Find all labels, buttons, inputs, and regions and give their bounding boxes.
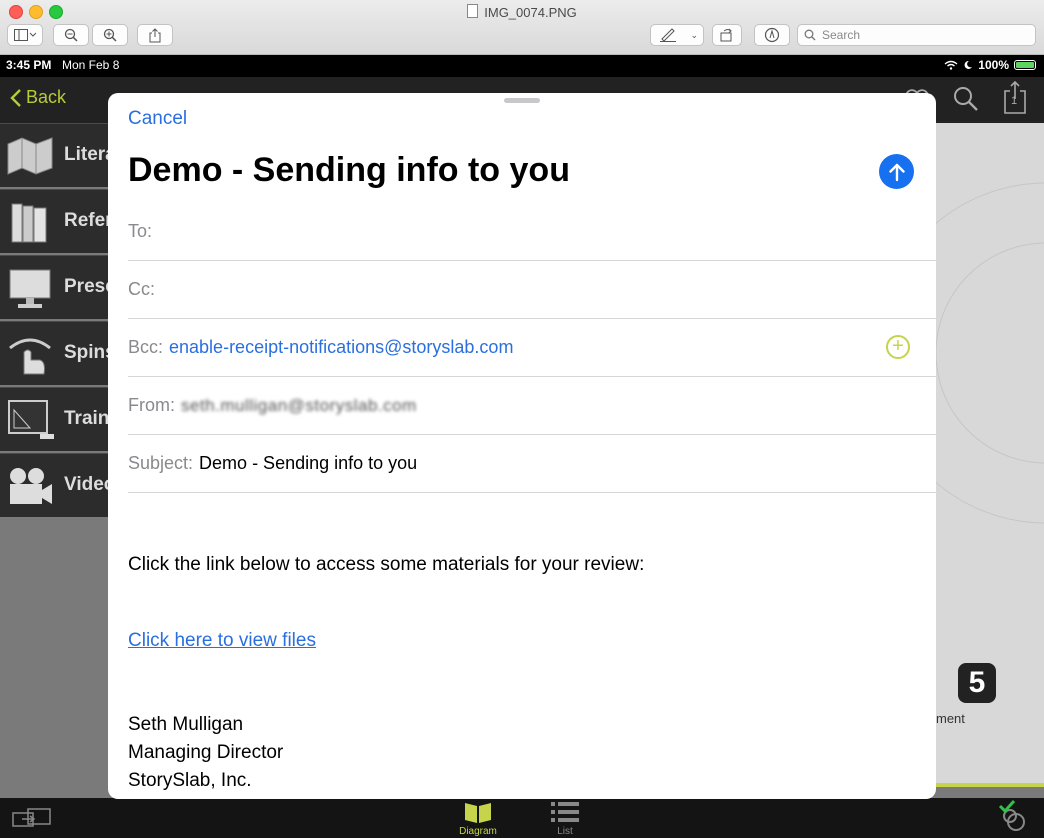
cc-input[interactable] (161, 278, 936, 301)
zoom-in-icon (103, 28, 117, 42)
sheet-grabber[interactable] (504, 98, 540, 103)
app-tabbar: Diagram List (0, 798, 1044, 838)
status-date: Mon Feb 8 (62, 58, 120, 72)
battery-percent: 100% (978, 58, 1009, 72)
sidebar-item-spins[interactable]: Spins (0, 321, 116, 385)
status-bar: 3:45 PM Mon Feb 8 100% (0, 55, 1044, 77)
body-intro[interactable]: Click the link below to access some mate… (128, 554, 644, 576)
to-input[interactable] (158, 220, 936, 243)
search-field[interactable] (797, 24, 1036, 46)
sidebar-icon (14, 29, 36, 41)
bcc-recipient[interactable]: enable-receipt-notifications@storyslab.c… (169, 337, 513, 358)
sync-check-icon[interactable] (996, 798, 1032, 834)
pen-icon (660, 28, 676, 42)
search-icon (804, 29, 816, 41)
signature-name: Seth Mulligan (128, 714, 244, 735)
books-icon (11, 203, 47, 243)
tab-diagram[interactable]: Diagram (458, 800, 498, 837)
subject-value[interactable]: Demo - Sending info to you (199, 453, 417, 474)
background-label-fragment: ment (936, 711, 965, 726)
share-export-button[interactable]: 1 (1003, 80, 1027, 115)
cancel-button[interactable]: Cancel (128, 108, 187, 130)
monitor-icon (9, 269, 51, 308)
accent-divider (930, 783, 1044, 787)
subject-field[interactable]: Subject: Demo - Sending info to you (128, 435, 936, 493)
annotate-button[interactable] (754, 24, 790, 46)
arrow-up-icon (888, 163, 905, 181)
signature-company: StorySlab, Inc. (128, 770, 252, 791)
rotate-button[interactable] (712, 24, 742, 46)
signature-title: Managing Director (128, 742, 284, 763)
cc-field[interactable]: Cc: (128, 261, 936, 319)
share-button[interactable] (137, 24, 173, 46)
bcc-field[interactable]: Bcc: enable-receipt-notifications@storys… (128, 319, 936, 377)
from-field[interactable]: From: seth.mulligan@storyslab.com (128, 377, 936, 435)
hand-rotate-icon (9, 338, 51, 375)
sidebar-item-video[interactable]: Video (0, 453, 115, 517)
to-field[interactable]: To: (128, 203, 936, 261)
ipad-screen: 3:45 PM Mon Feb 8 100% Back 1 Litera Ref… (0, 55, 1044, 838)
whiteboard-icon (8, 400, 54, 439)
markup-button[interactable]: ⌄ (650, 24, 704, 46)
sidebar-item-training[interactable]: Train (0, 387, 109, 451)
search-input[interactable] (820, 27, 1024, 43)
chevron-down-icon: ⌄ (690, 29, 698, 40)
mail-compose-sheet: Cancel Demo - Sending info to you To: Cc… (108, 93, 936, 799)
add-contact-icon[interactable]: + (886, 335, 910, 359)
moon-icon (964, 60, 973, 69)
rotate-icon (720, 28, 732, 42)
wifi-icon (944, 60, 958, 70)
zoom-out-button[interactable] (53, 24, 89, 46)
sidebar-item-literature[interactable]: Litera (0, 123, 116, 187)
sidebar-item-presentations[interactable]: Prese (0, 255, 116, 319)
view-files-link[interactable]: Click here to view files (128, 630, 316, 652)
map-icon (7, 137, 53, 175)
send-button[interactable] (879, 154, 914, 189)
zoom-in-button[interactable] (92, 24, 128, 46)
share-badge: 1 (1011, 95, 1018, 107)
video-camera-icon (10, 468, 52, 504)
markup-circle-icon (764, 27, 780, 43)
sidebar-item-reference[interactable]: Refer (0, 189, 113, 253)
sidebar-toggle-button[interactable] (7, 24, 43, 46)
back-button[interactable]: Back (10, 87, 66, 108)
from-address-redacted: seth.mulligan@storyslab.com (181, 395, 417, 415)
app-sidebar: Litera Refer Prese Spins Train Video (0, 123, 116, 519)
status-time: 3:45 PM (6, 58, 52, 72)
zoom-out-icon (64, 28, 78, 42)
tab-list[interactable]: List (548, 800, 582, 837)
status-right: 100% (944, 58, 1036, 72)
window-title: IMG_0074.PNG (0, 4, 1044, 20)
share-icon (149, 27, 161, 42)
document-icon (467, 4, 479, 18)
logo-badge: 5 (958, 663, 996, 703)
compose-title: Demo - Sending info to you (128, 151, 570, 189)
search-icon[interactable] (952, 85, 980, 113)
book-open-icon (465, 803, 491, 823)
chevron-left-icon (10, 88, 21, 107)
battery-icon (1014, 60, 1036, 70)
list-icon (551, 802, 579, 822)
window-titlebar: IMG_0074.PNG ⌄ (0, 0, 1044, 55)
background-diagram-area: 5 ment (936, 123, 1044, 783)
screen-mirror-icon[interactable] (12, 808, 52, 830)
